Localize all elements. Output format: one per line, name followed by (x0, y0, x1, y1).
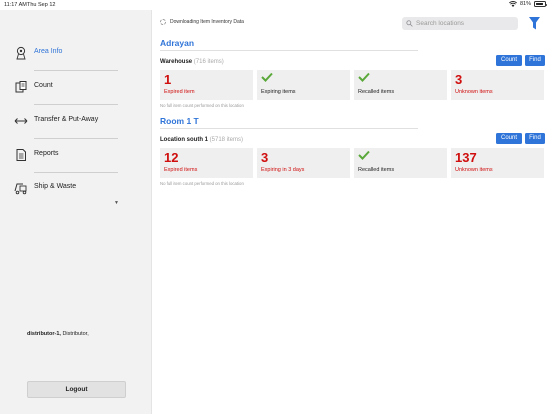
card-value: 12 (164, 150, 179, 165)
sidebar-item-reports[interactable]: Reports (0, 140, 152, 173)
sidebar-item-count[interactable]: Count (0, 72, 152, 105)
card-label: Recalled items (358, 89, 395, 95)
card-value: 137 (455, 150, 477, 165)
sidebar-item-transfer[interactable]: Transfer & Put-Away (0, 106, 152, 139)
search-input[interactable] (416, 20, 511, 27)
sidebar-item-ship-waste[interactable]: Ship & Waste (0, 173, 152, 206)
location-label: Location south 1 (160, 137, 208, 143)
card-label: Expired items (164, 167, 198, 173)
location-name: Location south 1 (5718 items) (160, 137, 243, 143)
download-status: Downloading Item Inventory Data (160, 19, 244, 25)
sidebar-item-label: Count (34, 82, 53, 89)
checkmark-icon (261, 72, 273, 82)
location-count: (5718 items) (209, 137, 244, 143)
wifi-icon (508, 1, 517, 7)
area-info-icon (16, 46, 26, 60)
count-button[interactable]: Count (496, 133, 522, 144)
location-count: (716 items) (193, 59, 224, 65)
card-recalled[interactable]: Recalled items (354, 148, 447, 178)
card-expiring[interactable]: Expiring items (257, 70, 350, 100)
checkmark-icon (358, 72, 370, 82)
card-label: Expired item (164, 89, 195, 95)
sidebar: Area Info Count Transfer & Put-Away Repo… (0, 10, 152, 414)
card-label: Unknown items (455, 167, 493, 173)
search-icon (406, 20, 413, 27)
ship-waste-icon (14, 183, 27, 195)
chevron-down-icon[interactable]: ▼ (114, 200, 119, 206)
sidebar-item-label: Transfer & Put-Away (34, 116, 99, 123)
card-unknown[interactable]: 137 Unknown items (451, 148, 544, 178)
user-info: distributor-1, Distributor, (27, 331, 89, 337)
divider (160, 50, 418, 51)
card-recalled[interactable]: Recalled items (354, 70, 447, 100)
battery-percent: 81% (519, 1, 531, 7)
divider (34, 70, 118, 71)
count-note: No full item count performed on this loc… (160, 103, 244, 108)
reports-icon (16, 149, 26, 161)
checkmark-icon (358, 150, 370, 160)
status-cards: 1 Expired item Expiring items Recalled i… (160, 70, 544, 100)
site-title: Adrayan (160, 38, 195, 48)
sidebar-item-label: Reports (34, 150, 59, 157)
card-label: Expiring in 3 days (261, 167, 305, 173)
download-status-text: Downloading Item Inventory Data (170, 19, 244, 25)
sidebar-item-label: Ship & Waste (34, 183, 77, 190)
status-cards: 12 Expired items 3 Expiring in 3 days Re… (160, 148, 544, 178)
spinner-icon (160, 19, 166, 25)
card-expired[interactable]: 1 Expired item (160, 70, 253, 100)
find-button[interactable]: Find (525, 55, 545, 66)
sidebar-item-area-info[interactable]: Area Info (0, 38, 152, 71)
filter-icon[interactable] (528, 16, 541, 31)
user-name: distributor-1, (27, 331, 61, 337)
status-right: 81% (508, 1, 547, 7)
count-button[interactable]: Count (496, 55, 522, 66)
card-unknown[interactable]: 3 Unknown items (451, 70, 544, 100)
status-date: Thu Sep 12 (27, 2, 56, 8)
divider (34, 138, 118, 139)
card-expired[interactable]: 12 Expired items (160, 148, 253, 178)
search-bar[interactable] (402, 17, 518, 30)
main-content: Downloading Item Inventory Data Adrayan … (153, 10, 552, 414)
status-time: 11:17 AM (4, 2, 27, 8)
find-button[interactable]: Find (525, 133, 545, 144)
card-value: 3 (261, 150, 269, 165)
site-title: Room 1 T (160, 116, 199, 126)
user-role: Distributor, (60, 331, 89, 337)
count-icon (15, 81, 27, 93)
card-value: 3 (455, 72, 463, 87)
battery-icon (534, 1, 547, 7)
card-value: 1 (164, 72, 172, 87)
card-label: Recalled items (358, 167, 395, 173)
card-label: Expiring items (261, 89, 296, 95)
divider (160, 128, 418, 129)
card-expiring[interactable]: 3 Expiring in 3 days (257, 148, 350, 178)
sidebar-item-label: Area Info (34, 48, 63, 55)
divider (34, 104, 118, 105)
location-name: Warehouse (716 items) (160, 59, 224, 65)
transfer-icon (14, 118, 28, 124)
card-label: Unknown items (455, 89, 493, 95)
status-bar: 11:17 AM Thu Sep 12 81% (0, 0, 552, 10)
location-label: Warehouse (160, 59, 193, 65)
count-note: No full item count performed on this loc… (160, 181, 244, 186)
logout-button[interactable]: Logout (27, 381, 126, 398)
